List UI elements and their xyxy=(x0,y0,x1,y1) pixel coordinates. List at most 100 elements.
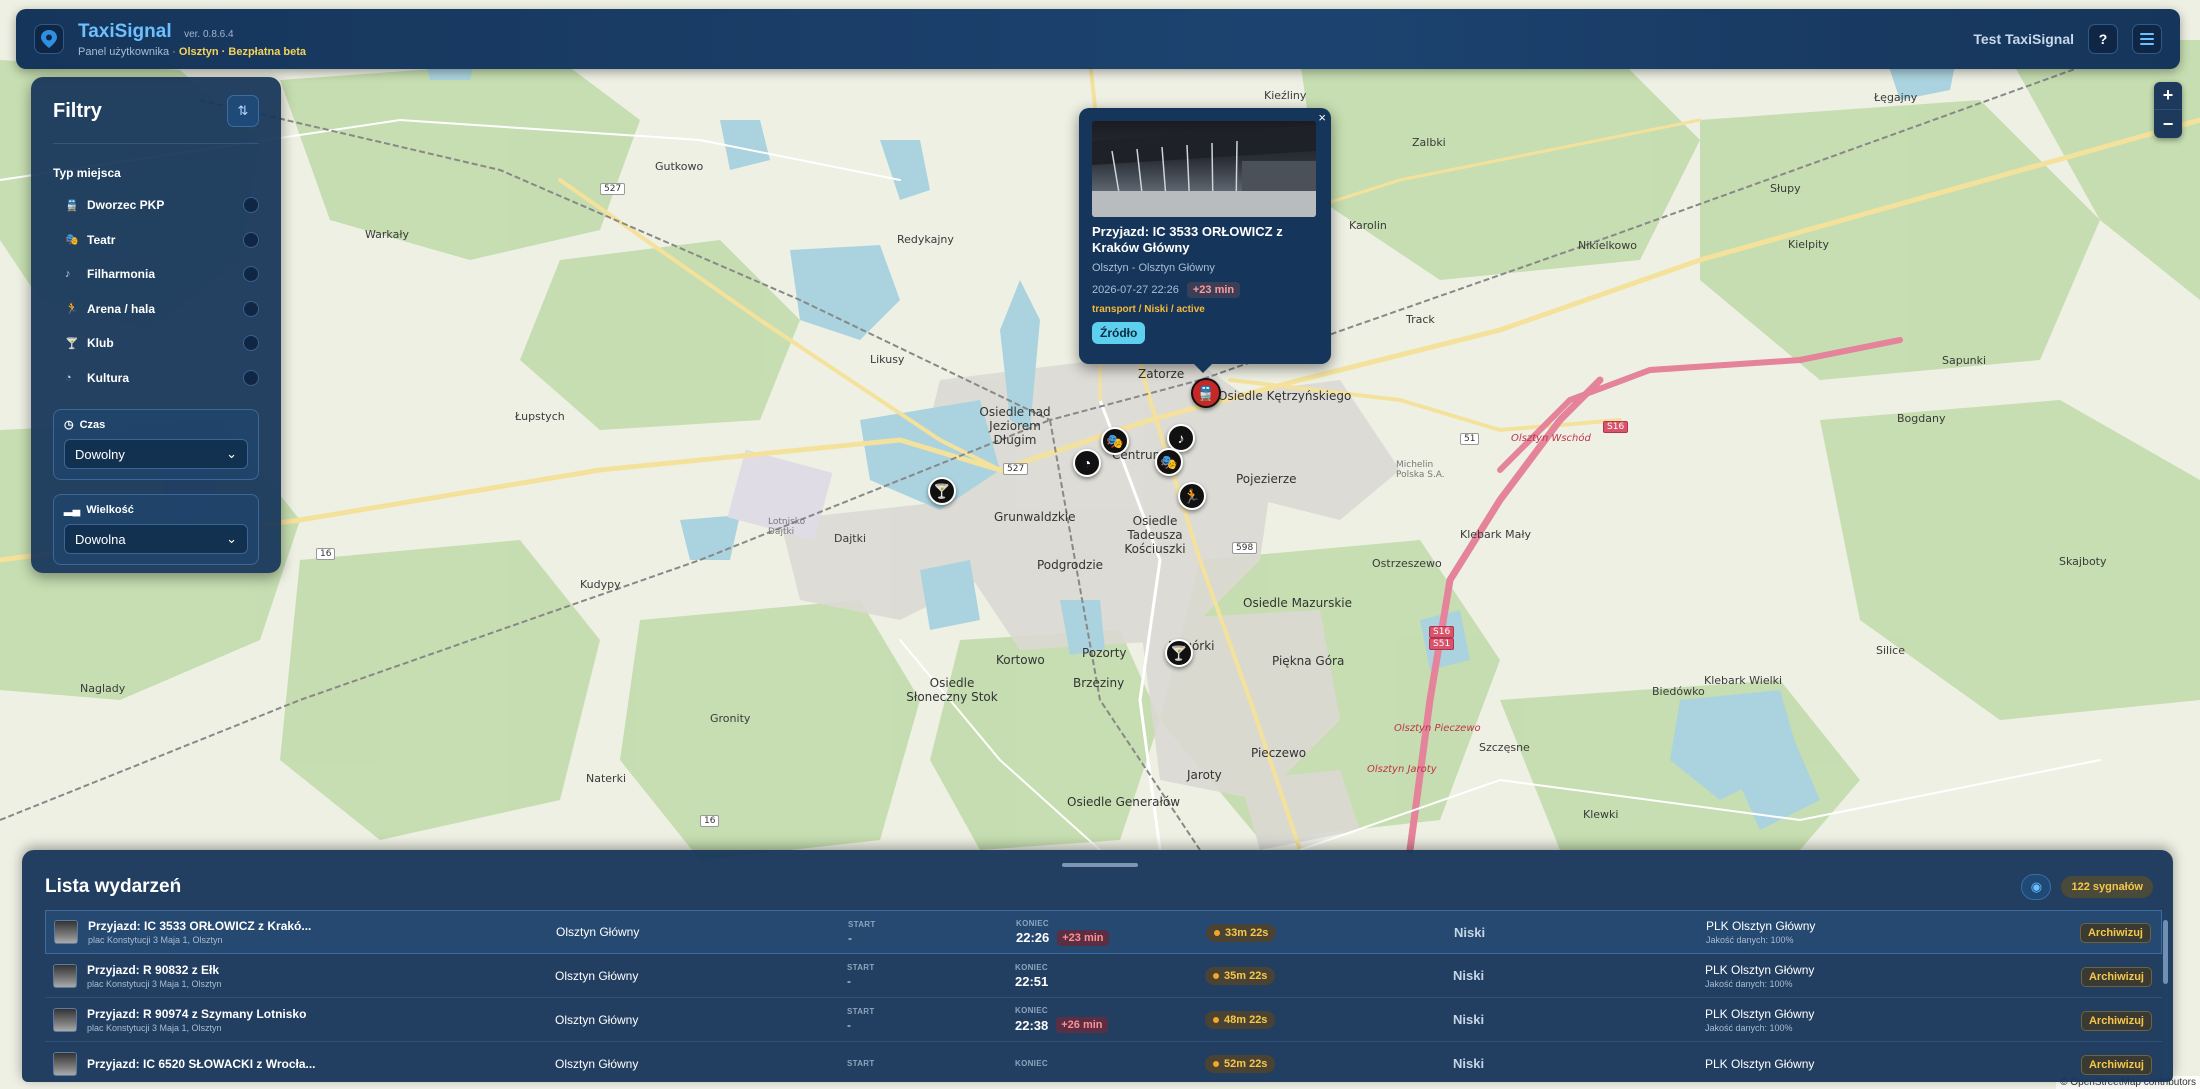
events-scrollbar[interactable] xyxy=(2163,912,2168,1076)
chevron-down-icon: ⌄ xyxy=(226,531,237,546)
map-label: Sapunki xyxy=(1942,354,1987,367)
marker-train-station[interactable]: 🚆 xyxy=(1191,378,1221,408)
menu-button[interactable] xyxy=(2132,24,2162,54)
event-place: Olsztyn Główny xyxy=(555,968,639,983)
brand: TaxiSignal ver. 0.8.6.4 Panel użytkownik… xyxy=(78,21,306,58)
event-source-cell: PLK Olsztyn Główny Jakość danych: 100% xyxy=(1705,963,2075,989)
hamburger-icon xyxy=(2140,33,2154,45)
archive-button[interactable]: Archiwizuj xyxy=(2080,966,2152,987)
event-source: PLK Olsztyn Główny xyxy=(1705,962,1815,977)
cocktail-icon: 🍸 xyxy=(1170,644,1188,661)
marker-theater[interactable]: 🎭 xyxy=(1155,448,1183,476)
map-label: Klebark Wielki xyxy=(1704,674,1783,687)
music-note-icon: ♪ xyxy=(65,268,71,281)
event-source-cell: PLK Olsztyn Główny Jakość danych: 100% xyxy=(1706,919,2076,945)
event-start-cell: START - xyxy=(847,963,1015,988)
zoom-in-button[interactable]: + xyxy=(2154,82,2182,110)
map-label: Podgrodzie xyxy=(1037,558,1104,572)
data-quality: Jakość danych: 100% xyxy=(1705,978,1793,989)
archive-button[interactable]: Archiwizuj xyxy=(2080,1054,2152,1075)
logo[interactable] xyxy=(34,24,64,54)
events-panel: Lista wydarzeń ◉ 122 sygnałów Przyjazd: … xyxy=(22,850,2173,1082)
train-icon: 🚆 xyxy=(65,199,79,212)
popup-tags: transport / Niski / active xyxy=(1092,304,1205,315)
source-button[interactable]: Źródło xyxy=(1092,322,1146,344)
event-end-cell: KONIEC 22:51 xyxy=(1015,963,1205,989)
popup-time-row: 2026-07-27 22:26 +23 min xyxy=(1092,282,1318,298)
popup-close-button[interactable]: × xyxy=(1318,110,1326,125)
scrollbar-thumb[interactable] xyxy=(2163,920,2168,984)
size-select[interactable]: Dowolna ⌄ xyxy=(64,524,248,554)
filter-toggle[interactable] xyxy=(243,231,259,248)
marker-theater[interactable]: 🎭 xyxy=(1101,427,1129,455)
marker-club[interactable]: 🍸 xyxy=(1165,639,1193,667)
events-list[interactable]: Przyjazd: IC 3533 ORŁOWICZ z Krakó... pl… xyxy=(45,910,2162,1080)
map-label: Zatorze xyxy=(1138,367,1185,381)
map-label: Naterki xyxy=(586,772,626,785)
size-filter: ▂▄ Wielkość Dowolna ⌄ xyxy=(53,494,259,565)
help-button[interactable]: ? xyxy=(2088,24,2118,54)
status-dot xyxy=(1214,929,1220,936)
event-row[interactable]: Przyjazd: R 90974 z Szymany Lotnisko pla… xyxy=(45,998,2162,1042)
filter-toggle[interactable] xyxy=(243,266,259,283)
event-name-cell: Przyjazd: R 90974 z Szymany Lotnisko pla… xyxy=(77,1007,555,1033)
filter-item-train-station[interactable]: 🚆 Dworzec PKP xyxy=(53,188,259,223)
event-end: 22:51 xyxy=(1015,973,1049,989)
filter-toggle[interactable] xyxy=(243,197,259,214)
filter-item-culture[interactable]: ◔ Kultura xyxy=(53,361,259,396)
user-name[interactable]: Test TaxiSignal xyxy=(1973,31,2074,47)
event-place: Olsztyn Główny xyxy=(555,1012,639,1027)
marker-arena[interactable]: 🏃 xyxy=(1178,482,1206,510)
map-label: Lotnisko Dajtki xyxy=(768,517,806,537)
station-photo-illustration xyxy=(1092,125,1316,217)
event-start-cell: START - xyxy=(848,920,1016,945)
map-label: Warkały xyxy=(365,228,409,241)
visibility-toggle-button[interactable]: ◉ xyxy=(2021,874,2052,900)
archive-button[interactable]: Archiwizuj xyxy=(2080,1010,2152,1031)
start-label: START xyxy=(847,1007,875,1016)
filter-label: Dworzec PKP xyxy=(87,198,165,213)
panel-drag-handle[interactable] xyxy=(1062,863,1138,867)
end-label: KONIEC xyxy=(1016,918,1049,928)
filter-item-club[interactable]: 🍸 Klub xyxy=(53,326,259,361)
filter-toggle[interactable] xyxy=(243,369,259,386)
event-duration: 52m 22s xyxy=(1224,1058,1268,1070)
theater-icon: 🎭 xyxy=(65,234,79,247)
filter-item-arena[interactable]: 🏃 Arena / hala xyxy=(53,292,259,327)
filter-item-theater[interactable]: 🎭 Teatr xyxy=(53,223,259,258)
road-number: 16 xyxy=(316,548,336,560)
marker-culture[interactable]: ◔ xyxy=(1073,449,1101,477)
status-dot xyxy=(1213,1061,1219,1067)
popup-title: Przyjazd: IC 3533 ORŁOWICZ z Kraków Głów… xyxy=(1092,224,1283,255)
archive-button[interactable]: Archiwizuj xyxy=(2079,923,2151,943)
zoom-out-button[interactable]: − xyxy=(2154,110,2182,138)
filter-item-philharmonic[interactable]: ♪ Filharmonia xyxy=(53,257,259,292)
event-start: - xyxy=(847,1018,851,1032)
time-filter-title: ◷ Czas xyxy=(64,418,248,432)
marker-club[interactable]: 🍸 xyxy=(928,477,956,505)
filter-toggle[interactable] xyxy=(243,300,259,317)
map-label: Pozorty xyxy=(1082,646,1127,660)
end-label: KONIEC xyxy=(1015,962,1048,972)
sort-button[interactable]: ⇅ xyxy=(227,95,259,127)
map-label: Pieczewo xyxy=(1251,746,1307,760)
event-source: PLK Olsztyn Główny xyxy=(1706,919,1816,933)
map-label: Olsztyn Pieczewo xyxy=(1394,723,1481,734)
delay-badge: +26 min xyxy=(1056,1017,1108,1033)
map-label: Gronity xyxy=(710,712,751,725)
map-label: Osiedle Mazurskie xyxy=(1243,596,1353,610)
popup-location: Olsztyn - Olsztyn Główny xyxy=(1092,262,1215,274)
event-row[interactable]: Przyjazd: IC 6520 SŁOWACKI z Wrocła... O… xyxy=(45,1042,2162,1080)
filter-toggle[interactable] xyxy=(243,335,259,352)
time-select[interactable]: Dowolny ⌄ xyxy=(64,439,248,469)
event-row[interactable]: Przyjazd: IC 3533 ORŁOWICZ z Krakó... pl… xyxy=(45,910,2162,954)
event-duration: 48m 22s xyxy=(1224,1014,1268,1026)
filters-header: Filtry ⇅ xyxy=(53,95,259,144)
duration-pill: 48m 22s xyxy=(1205,1011,1276,1029)
size-filter-label: Wielkość xyxy=(86,503,134,516)
event-row[interactable]: Przyjazd: R 90832 z Ełk plac Konstytucji… xyxy=(45,954,2162,998)
event-size: Niski xyxy=(1453,1056,1485,1071)
event-size: Niski xyxy=(1453,1012,1485,1027)
event-start: - xyxy=(848,930,852,945)
header-actions: Test TaxiSignal ? xyxy=(1973,24,2162,54)
